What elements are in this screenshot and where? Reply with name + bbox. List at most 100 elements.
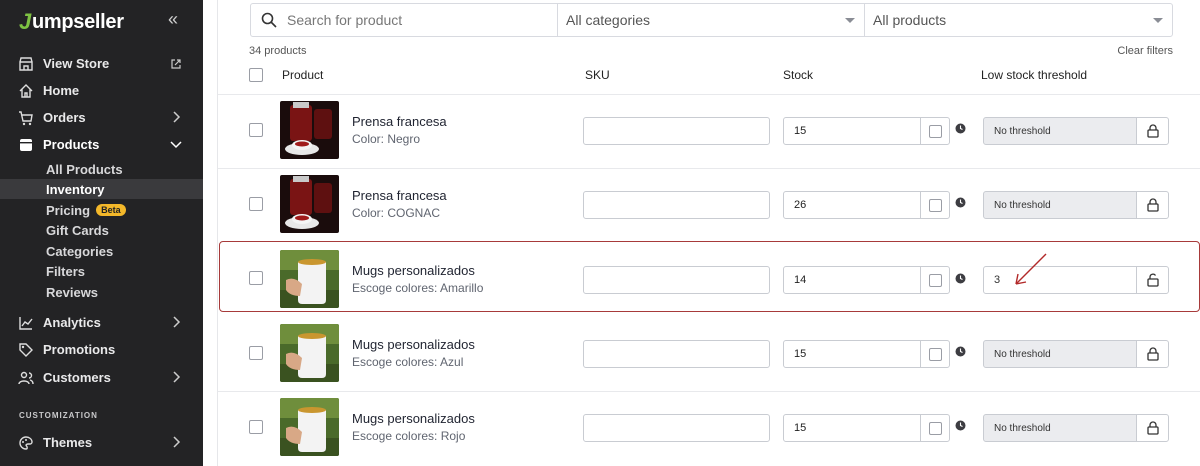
chevron-right-icon <box>173 371 181 383</box>
nav-orders-label: Orders <box>43 110 86 125</box>
stock-checkbox[interactable] <box>929 199 942 212</box>
tag-icon <box>18 342 34 358</box>
product-variant: Color: COGNAC <box>352 206 441 220</box>
stock-checkbox[interactable] <box>929 125 942 138</box>
sub-categories[interactable]: Categories <box>0 241 203 261</box>
clear-filters-link[interactable]: Clear filters <box>1117 45 1173 57</box>
lock-button[interactable] <box>1136 414 1169 442</box>
stock-checkbox-box <box>920 191 950 219</box>
sku-input[interactable] <box>583 414 770 442</box>
nav-themes[interactable]: Themes <box>0 429 203 456</box>
stock-input[interactable]: 14 <box>783 266 921 294</box>
threshold-input[interactable]: No threshold <box>983 340 1137 368</box>
stock-input[interactable]: 15 <box>783 117 921 145</box>
stock-input[interactable]: 15 <box>783 340 921 368</box>
stock-checkbox[interactable] <box>929 274 942 287</box>
product-thumbnail <box>280 398 339 456</box>
threshold-input[interactable]: No threshold <box>983 117 1137 145</box>
clock-icon[interactable] <box>955 123 966 134</box>
threshold-input[interactable]: No threshold <box>983 414 1137 442</box>
caret-down-icon <box>845 18 855 23</box>
row-checkbox[interactable] <box>249 123 263 137</box>
main-content: All categories All products 34 products … <box>203 0 1200 466</box>
sku-input[interactable] <box>583 191 770 219</box>
product-thumbnail <box>280 175 339 233</box>
product-name: Prensa francesa <box>352 114 447 129</box>
row-checkbox[interactable] <box>249 420 263 434</box>
lock-button[interactable] <box>1136 340 1169 368</box>
threshold-input[interactable]: 3 <box>983 266 1137 294</box>
sub-pricing-label: Pricing <box>46 202 91 218</box>
nav-view-store[interactable]: View Store <box>0 50 203 77</box>
home-icon <box>18 83 34 99</box>
palette-icon <box>18 435 34 451</box>
stock-checkbox[interactable] <box>929 348 942 361</box>
product-thumbnail <box>280 101 339 159</box>
unlock-icon <box>1147 273 1159 287</box>
nav-home-label: Home <box>43 83 80 98</box>
clock-icon[interactable] <box>955 273 966 284</box>
nav-view-store-label: View Store <box>43 56 110 71</box>
categories-select[interactable]: All categories <box>558 4 865 36</box>
lock-button[interactable] <box>1136 266 1169 294</box>
nav-promotions[interactable]: Promotions <box>0 336 203 363</box>
sub-pricing[interactable]: Pricing Beta <box>0 200 203 220</box>
lock-icon <box>1147 124 1159 138</box>
nav-analytics-label: Analytics <box>43 315 101 330</box>
header-product: Product <box>282 68 324 82</box>
search-input[interactable] <box>287 12 537 28</box>
lock-icon <box>1147 347 1159 361</box>
sku-input[interactable] <box>583 340 770 368</box>
logo-mark: J <box>19 9 31 34</box>
table-row: Mugs personalizados Escoge colores: Rojo… <box>218 391 1200 465</box>
stock-input[interactable]: 26 <box>783 191 921 219</box>
lock-button[interactable] <box>1136 117 1169 145</box>
table-row: Prensa francesa Color: COGNAC 26 No thre… <box>218 168 1200 242</box>
nav-home[interactable]: Home <box>0 77 203 104</box>
clock-icon[interactable] <box>955 197 966 208</box>
nav-analytics[interactable]: Analytics <box>0 309 203 336</box>
collapse-sidebar-icon[interactable]: « <box>168 9 178 30</box>
logo-text: umpseller <box>31 10 124 33</box>
beta-badge: Beta <box>96 204 126 216</box>
nav-products[interactable]: Products <box>0 131 203 158</box>
header-stock: Stock <box>783 68 814 82</box>
sub-all-products[interactable]: All Products <box>0 159 203 179</box>
nav-customers-label: Customers <box>43 370 111 385</box>
row-checkbox[interactable] <box>249 197 263 211</box>
stock-checkbox[interactable] <box>929 422 942 435</box>
products-select[interactable]: All products <box>865 4 1172 36</box>
section-customization: CUSTOMIZATION <box>19 411 98 420</box>
row-checkbox[interactable] <box>249 271 263 285</box>
product-name: Mugs personalizados <box>352 337 475 352</box>
sidebar: Jumpseller « View Store Home Orders Prod… <box>0 0 203 466</box>
box-icon <box>18 137 34 153</box>
row-checkbox[interactable] <box>249 346 263 360</box>
users-icon <box>18 370 34 386</box>
sub-filters[interactable]: Filters <box>0 261 203 281</box>
clock-icon[interactable] <box>955 346 966 357</box>
stock-input[interactable]: 15 <box>783 414 921 442</box>
nav-orders[interactable]: Orders <box>0 104 203 131</box>
products-select-value: All products <box>873 12 947 28</box>
lock-button[interactable] <box>1136 191 1169 219</box>
sku-input[interactable] <box>583 117 770 145</box>
nav-themes-label: Themes <box>43 435 93 450</box>
sub-gift-cards[interactable]: Gift Cards <box>0 220 203 240</box>
clock-icon[interactable] <box>955 420 966 431</box>
table-row: Prensa francesa Color: Negro 15 No thres… <box>218 94 1200 168</box>
nav-customers[interactable]: Customers <box>0 364 203 391</box>
jumpseller-logo[interactable]: Jumpseller <box>19 9 124 35</box>
search-box[interactable] <box>251 4 558 36</box>
nav-promotions-label: Promotions <box>43 342 116 357</box>
select-all-checkbox[interactable] <box>249 68 263 82</box>
stock-checkbox-box <box>920 414 950 442</box>
threshold-input[interactable]: No threshold <box>983 191 1137 219</box>
chevron-right-icon <box>173 316 181 328</box>
sub-inventory[interactable]: Inventory <box>0 179 203 199</box>
search-icon <box>261 12 277 28</box>
sku-input[interactable] <box>583 266 770 294</box>
product-thumbnail <box>280 324 339 382</box>
chevron-down-icon <box>170 141 182 149</box>
sub-reviews[interactable]: Reviews <box>0 282 203 302</box>
